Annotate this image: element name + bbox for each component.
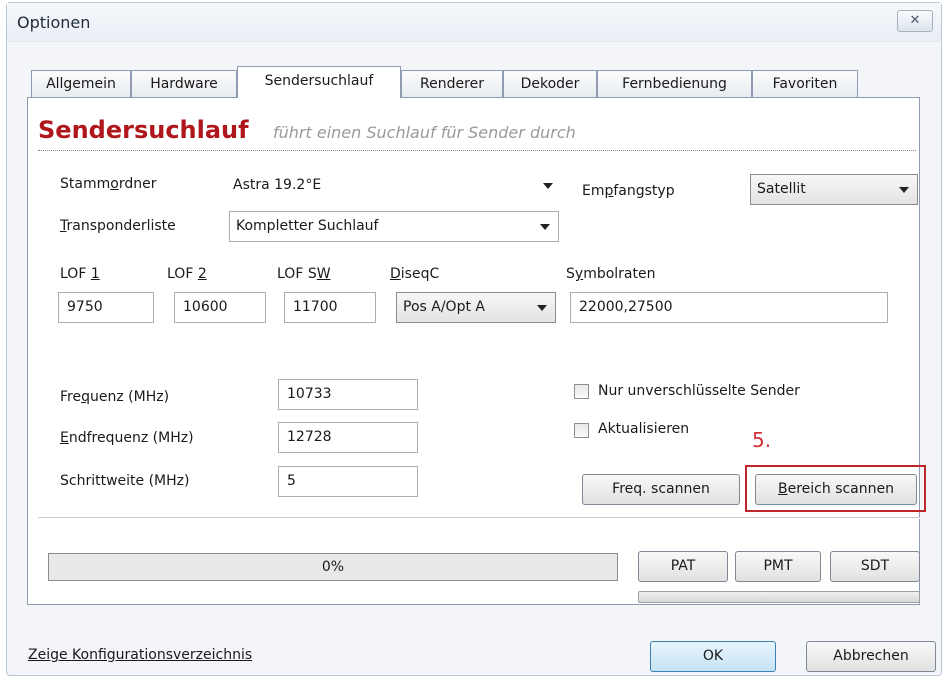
symbolraten-label: Symbolraten (566, 266, 656, 282)
endfrequenz-label: Endfrequenz (MHz) (60, 430, 194, 446)
transponderliste-select[interactable]: Kompletter Suchlauf (229, 211, 559, 242)
freq-scannen-button[interactable]: Freq. scannen (582, 474, 740, 505)
tab-sendersuchlauf[interactable]: Sendersuchlauf (237, 66, 401, 98)
config-directory-link[interactable]: Zeige Konfigurationsverzeichnis (28, 647, 252, 663)
separator (38, 517, 920, 519)
tab-renderer[interactable]: Renderer (401, 70, 503, 97)
ok-button[interactable]: OK (650, 641, 776, 672)
section-subtitle: führt einen Suchlauf für Sender durch (273, 123, 576, 142)
lof1-input[interactable]: 9750 (58, 292, 154, 323)
tab-favoriten[interactable]: Favoriten (752, 70, 858, 97)
lof2-input[interactable]: 10600 (174, 292, 266, 323)
frequenz-input[interactable]: 10733 (278, 379, 418, 410)
endfrequenz-input[interactable]: 12728 (278, 422, 418, 453)
title-bar: Optionen ✕ (7, 3, 941, 42)
lofsw-label: LOF SW (277, 266, 331, 282)
progress-label: 0% (321, 559, 345, 575)
transponderliste-label: Transponderliste (60, 218, 176, 234)
diseqc-select[interactable]: Pos A/Opt A (396, 292, 556, 323)
frequenz-label: Frequenz (MHz) (60, 389, 170, 405)
tab-allgemein[interactable]: Allgemein (31, 70, 131, 97)
stammordner-value: Astra 19.2°E (233, 177, 322, 193)
nur-unverschluesselt-checkbox[interactable] (574, 384, 589, 399)
aktualisieren-label: Aktualisieren (598, 421, 690, 437)
chevron-down-icon (899, 187, 909, 193)
transponderliste-value: Kompletter Suchlauf (236, 218, 379, 234)
aktualisieren-checkbox[interactable] (574, 423, 589, 438)
tab-dekoder[interactable]: Dekoder (503, 70, 597, 97)
section-title: Sendersuchlauf (38, 116, 249, 144)
sdt-button[interactable]: SDT (830, 551, 920, 582)
schrittweite-label: Schrittweite (MHz) (60, 473, 190, 489)
chevron-down-icon (537, 305, 547, 311)
empfangstyp-label: Empfangstyp (582, 183, 675, 199)
scan-progress-bar: 0% (48, 553, 618, 581)
bereich-scannen-button[interactable]: Bereich scannen (755, 474, 917, 505)
chevron-down-icon (540, 224, 550, 230)
pat-button[interactable]: PAT (638, 551, 728, 582)
diseqc-value: Pos A/Opt A (403, 299, 485, 315)
tab-hardware[interactable]: Hardware (131, 70, 237, 97)
close-button[interactable]: ✕ (897, 10, 933, 32)
lof2-label: LOF 2 (167, 266, 207, 282)
diseqc-label: DiseqC (390, 266, 440, 282)
close-icon: ✕ (909, 13, 921, 28)
chevron-down-icon (543, 183, 553, 189)
stammordner-label: Stammordner (60, 176, 157, 192)
lof1-label: LOF 1 (60, 266, 100, 282)
stammordner-select[interactable]: Astra 19.2°E (227, 171, 561, 202)
abbrechen-button[interactable]: Abbrechen (806, 641, 936, 672)
tab-fernbedienung[interactable]: Fernbedienung (597, 70, 752, 97)
table-progress-bar (638, 591, 920, 603)
schrittweite-input[interactable]: 5 (278, 466, 418, 497)
nur-unverschluesselt-label: Nur unverschlüsselte Sender (598, 383, 800, 399)
symbolraten-input[interactable]: 22000,27500 (570, 292, 888, 323)
pmt-button[interactable]: PMT (735, 551, 821, 582)
header-divider (38, 150, 916, 151)
lofsw-input[interactable]: 11700 (284, 292, 376, 323)
empfangstyp-value: Satellit (757, 181, 806, 197)
step-annotation: 5. (752, 428, 772, 452)
empfangstyp-select[interactable]: Satellit (750, 174, 918, 205)
window-title: Optionen (17, 13, 91, 32)
